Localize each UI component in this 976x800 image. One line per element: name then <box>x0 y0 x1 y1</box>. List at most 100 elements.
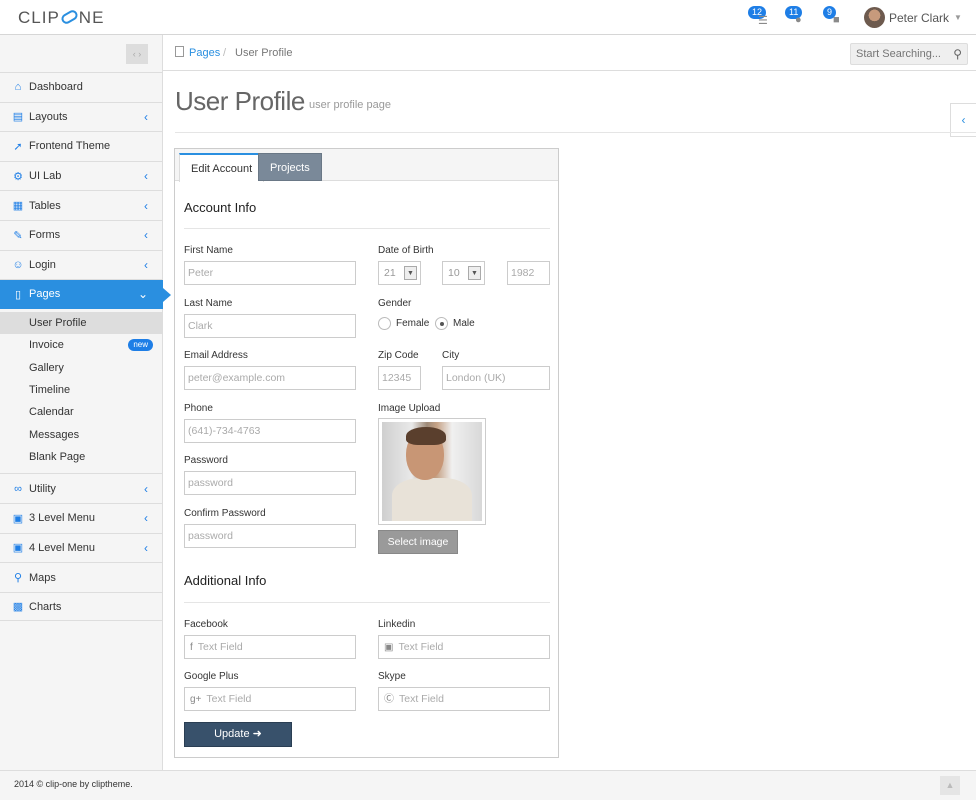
confirm-password-field[interactable]: password <box>184 524 356 548</box>
submenu-item-messages[interactable]: Messages <box>0 424 163 446</box>
sidebar-item-label: Forms <box>29 229 61 242</box>
tasks-notification[interactable]: 12 ☰ <box>748 6 772 30</box>
search-icon[interactable]: ⚲ <box>953 47 962 61</box>
submenu-item-blank-page[interactable]: Blank Page <box>0 446 163 468</box>
submenu-item-gallery[interactable]: Gallery <box>0 357 163 379</box>
sidebar-item-pages[interactable]: ▯ Pages ⌄ <box>0 279 171 309</box>
linkedin-field[interactable]: ▣ Text Field <box>378 635 550 659</box>
breadcrumb-current: User Profile <box>235 47 293 59</box>
scroll-to-top-button[interactable]: ▲ <box>940 776 960 795</box>
sidebar-item-utility[interactable]: ∞ Utility ‹ <box>0 473 163 503</box>
section-divider <box>184 602 550 603</box>
radio-circle <box>378 317 391 330</box>
sidebar-item-4-level-menu[interactable]: ▣ 4 Level Menu ‹ <box>0 532 163 563</box>
footer-text: 2014 © clip-one by cliptheme. <box>14 779 133 789</box>
gender-female-label: Female <box>396 318 430 329</box>
section-title-additional-info: Additional Info <box>184 573 267 588</box>
submenu-item-calendar[interactable]: Calendar <box>0 401 163 423</box>
sidebar-item-forms[interactable]: ✎ Forms ‹ <box>0 219 163 250</box>
sidebar-item-maps[interactable]: ⚲ Maps <box>0 562 163 592</box>
alert-icon: ● <box>795 14 802 26</box>
google-plus-label: Google Plus <box>184 671 239 682</box>
city-field[interactable]: London (UK) <box>442 366 550 390</box>
folder-icon: ▣ <box>12 542 24 555</box>
logo-text-left: CLIP <box>18 8 60 27</box>
sidebar-item-tables[interactable]: ▦ Tables ‹ <box>0 190 163 220</box>
user-menu[interactable]: Peter Clark ▼ <box>864 7 962 28</box>
facebook-placeholder: Text Field <box>197 641 243 653</box>
sidebar-item-layouts[interactable]: ▤ Layouts ‹ <box>0 101 163 132</box>
date-of-birth-label: Date of Birth <box>378 245 434 256</box>
sidebar-item-label: Frontend Theme <box>29 140 111 153</box>
password-label: Password <box>184 455 228 466</box>
sidebar-item-login[interactable]: ☺ Login ‹ <box>0 249 163 280</box>
zip-code-field[interactable]: 12345 <box>378 366 421 390</box>
search-input[interactable] <box>851 44 941 64</box>
gender-male-radio[interactable]: Male <box>435 317 475 330</box>
sidebar-item-3-level-menu[interactable]: ▣ 3 Level Menu ‹ <box>0 503 163 533</box>
confirm-password-label: Confirm Password <box>184 508 266 519</box>
section-divider <box>184 228 550 229</box>
dob-month-value: 10 <box>448 267 460 279</box>
sidebar-item-label: Tables <box>29 199 61 212</box>
dropdown-arrow-icon: ▼ <box>404 266 417 280</box>
profile-image <box>382 422 482 521</box>
logo-ring-icon <box>59 8 80 26</box>
monitor-icon: ▤ <box>12 111 24 124</box>
google-plus-field[interactable]: g+ Text Field <box>184 687 356 711</box>
page-icon <box>175 46 184 57</box>
breadcrumb-link-pages[interactable]: Pages <box>189 47 220 59</box>
phone-field[interactable]: (641)-734-4763 <box>184 419 356 443</box>
user-name: Peter Clark <box>889 10 950 25</box>
skype-field[interactable]: Ⓒ Text Field <box>378 687 550 711</box>
new-badge: new <box>128 339 153 352</box>
dob-day-select[interactable]: 21 ▼ <box>378 261 421 285</box>
breadcrumb: Pages / User Profile ⚲ <box>163 35 976 71</box>
gender-male-label: Male <box>453 318 475 329</box>
chevron-left-icon: ‹ <box>144 481 148 496</box>
sidebar-item-ui-lab[interactable]: ⚙ UI Lab ‹ <box>0 160 163 191</box>
last-name-field[interactable]: Clark <box>184 314 356 338</box>
facebook-field[interactable]: f Text Field <box>184 635 356 659</box>
password-field[interactable]: password <box>184 471 356 495</box>
profile-panel: Edit Account Projects Account Info First… <box>174 148 559 758</box>
chevron-left-icon: ‹ <box>144 257 148 272</box>
chat-icon: ■ <box>833 14 840 26</box>
chevron-down-icon: ▼ <box>954 13 962 22</box>
avatar <box>864 7 885 28</box>
chevron-left-icon: ‹ <box>144 228 148 243</box>
app-logo[interactable]: CLIP NE <box>18 8 104 28</box>
sidebar-toggle-button[interactable]: ‹ › <box>126 44 148 64</box>
photo-hair <box>406 427 446 445</box>
update-button-label: Update <box>214 728 250 740</box>
dob-year-field[interactable]: 1982 <box>507 261 550 285</box>
search-box: ⚲ <box>850 43 968 65</box>
sidebar-item-charts[interactable]: ▩ Charts <box>0 591 163 622</box>
messages-notification[interactable]: 9 ■ <box>823 6 847 30</box>
submenu-item-timeline[interactable]: Timeline <box>0 379 163 401</box>
dob-month-select[interactable]: 10 ▼ <box>442 261 485 285</box>
select-image-button[interactable]: Select image <box>378 530 458 554</box>
chevron-left-icon: ‹ <box>961 113 966 127</box>
email-label: Email Address <box>184 350 248 361</box>
gender-female-radio[interactable]: Female <box>378 317 429 330</box>
tab-edit-account[interactable]: Edit Account <box>179 153 265 182</box>
chevron-down-icon: ⌄ <box>137 287 148 302</box>
map-pin-icon: ⚲ <box>13 572 23 585</box>
alerts-notification[interactable]: 11 ● <box>785 6 809 30</box>
chart-icon: ▩ <box>12 601 24 614</box>
image-upload-label: Image Upload <box>378 403 441 414</box>
update-button[interactable]: Update ➜ <box>184 722 292 747</box>
submenu-item-user-profile[interactable]: User Profile <box>0 311 163 335</box>
sidebar-item-label: Utility <box>29 482 56 495</box>
logo-text-right: NE <box>78 8 105 27</box>
tab-projects[interactable]: Projects <box>258 153 322 181</box>
chevron-left-icon: ‹ <box>144 169 148 184</box>
sidebar-item-dashboard[interactable]: ⌂ Dashboard <box>0 72 163 102</box>
submenu-item-invoice[interactable]: Invoice new <box>0 334 163 356</box>
first-name-field[interactable]: Peter <box>184 261 356 285</box>
page-subtitle: user profile page <box>309 99 391 111</box>
sidebar-item-label: 4 Level Menu <box>29 541 96 554</box>
email-field[interactable]: peter@example.com <box>184 366 356 390</box>
sidebar-item-frontend-theme[interactable]: ➚ Frontend Theme <box>0 131 163 161</box>
